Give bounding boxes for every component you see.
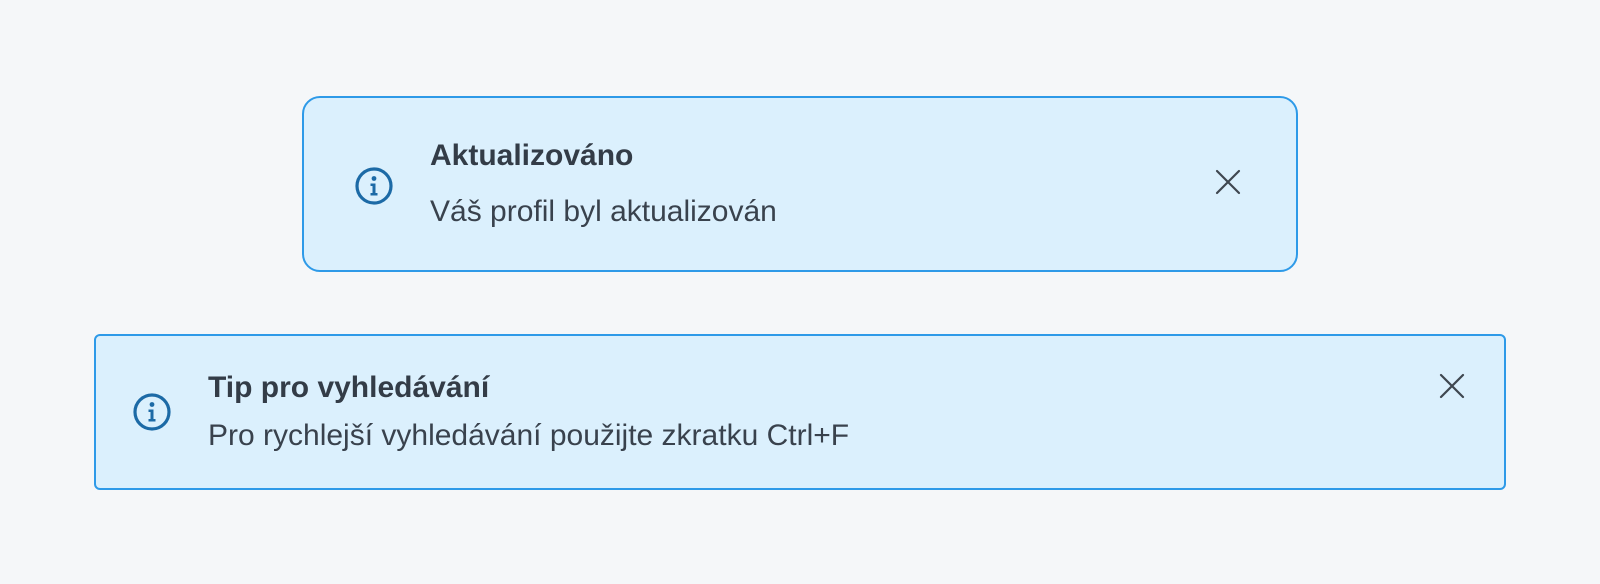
alert-title: Tip pro vyhledávání <box>208 371 490 404</box>
close-icon <box>1214 168 1242 201</box>
alert-message: Pro rychlejší vyhledávání použijte zkrat… <box>208 419 850 452</box>
alert-search-tip: Tip pro vyhledávání Pro rychlejší vyhled… <box>94 334 1506 490</box>
close-icon <box>1438 372 1466 405</box>
alert-title: Aktualizováno <box>430 139 634 172</box>
alert-profile-updated: Aktualizováno Váš profil byl aktualizová… <box>302 96 1298 272</box>
info-circle-icon <box>132 392 172 432</box>
close-button[interactable] <box>1210 166 1246 202</box>
info-circle-icon <box>354 166 394 206</box>
close-button[interactable] <box>1434 370 1470 406</box>
alert-message: Váš profil byl aktualizován <box>430 195 777 228</box>
